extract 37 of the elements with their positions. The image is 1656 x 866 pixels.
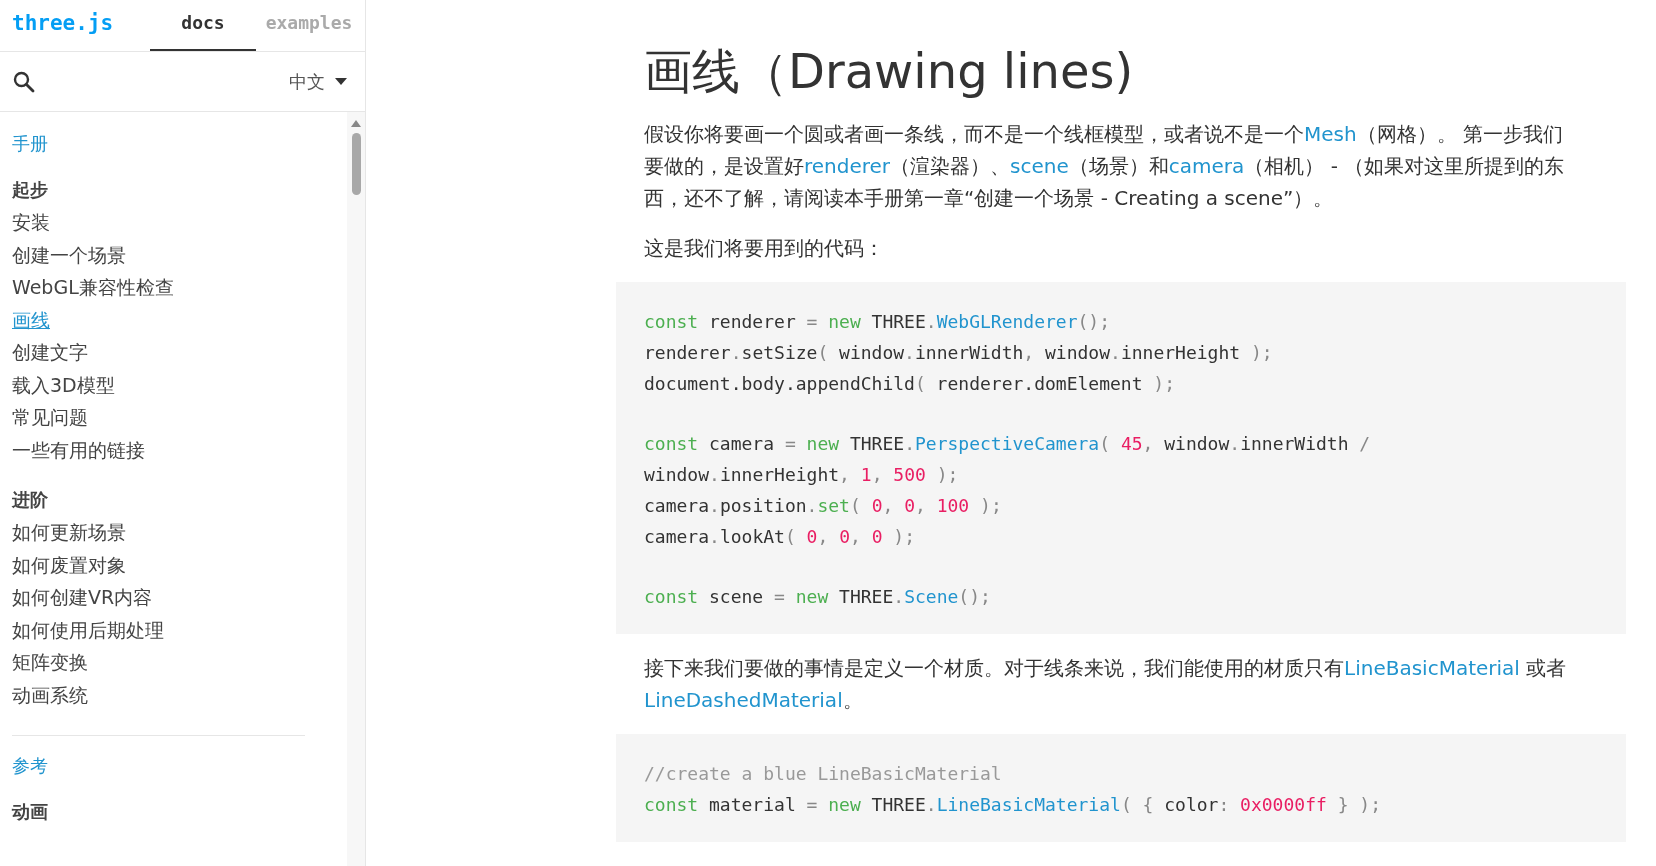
nav-heading: 起步 [12, 178, 49, 202]
nav-item[interactable]: 动画系统 [12, 682, 335, 707]
nav-item[interactable]: 创建一个场景 [12, 242, 335, 267]
nav-tab[interactable]: docs [150, 0, 256, 51]
nav-item[interactable]: 常见问题 [12, 405, 335, 429]
paragraph: 假设你将要画一个圆或者画一条线，而不是一个线框模型，或者说不是一个Mesh（网格）。 第一步我们要做的，是设置好renderer（渲染器）、scene（场景）和camera（相机） - （如果对这里所提到的东西，还不了解，请阅读本手册第一章“创建一个场景 - Creating a scene”）。 [644, 121, 1566, 212]
code-line: //create a blue LineBasicMaterial [644, 762, 1003, 786]
paragraph: 这是我们将要用到的代码： [644, 235, 885, 262]
code-line: const scene = new THREE.Scene(); [644, 585, 992, 609]
nav-heading: 进阶 [12, 488, 49, 512]
code-line: camera.lookAt( 0, 0, 0 ); [644, 525, 916, 549]
scroll-up-icon[interactable] [351, 120, 361, 127]
nav-item[interactable]: 创建文字 [12, 340, 335, 364]
nav-item[interactable]: 如何更新场景 [12, 520, 335, 544]
nav-item[interactable]: 矩阵变换 [12, 650, 335, 674]
language-select[interactable]: 中文 [289, 69, 347, 94]
nav-item[interactable]: 一些有用的链接 [12, 437, 335, 462]
scrollbar[interactable] [347, 112, 365, 866]
scroll-thumb[interactable] [351, 133, 361, 195]
caret-icon [335, 78, 347, 85]
nav-item[interactable]: WebGL兼容性检查 [12, 275, 335, 299]
code-line: const material = new THREE.LineBasicMaterial( { color: 0x0000ff } ); [644, 793, 1382, 817]
code-line: camera.position.set( 0, 0, 100 ); [644, 494, 1003, 518]
nav-item[interactable]: 如何废置对象 [12, 552, 335, 577]
nav-item[interactable]: 如何创建VR内容 [12, 585, 335, 609]
code-line: const camera = new THREE.PerspectiveCamera( 45, window.innerWidth / [644, 432, 1372, 456]
nav-item[interactable]: 如何使用后期处理 [12, 617, 335, 642]
code-line: renderer.setSize( window.innerWidth, window.innerHeight ); [644, 341, 1274, 365]
nav-item[interactable]: 安装 [12, 210, 335, 234]
code-line: document.body.appendChild( renderer.domElement ); [644, 372, 1177, 396]
nav-heading: 动画 [12, 800, 49, 824]
paragraph: 接下来我们要做的事情是定义一个材质。对于线条来说，我们能使用的材质只有LineBasicMaterial 或者 LineDashedMaterial。 [644, 655, 1568, 714]
page-title: 画线（Drawing lines) [644, 42, 1135, 101]
nav-item[interactable]: 载入3D模型 [12, 372, 335, 397]
search-icon[interactable] [12, 69, 36, 94]
code-line: window.innerHeight, 1, 500 ); [644, 463, 960, 487]
code-line: const renderer = new THREE.WebGLRenderer(); [644, 310, 1112, 334]
